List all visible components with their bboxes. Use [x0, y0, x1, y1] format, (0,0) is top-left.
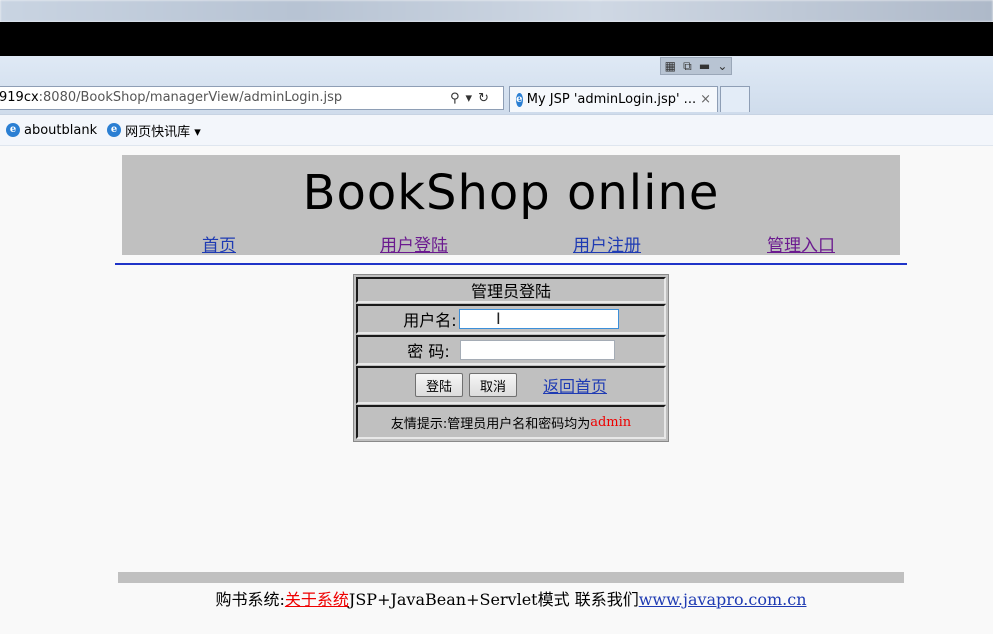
- title-bar: [0, 22, 993, 56]
- new-tab-button[interactable]: [720, 86, 750, 112]
- favorites-bar: e aboutblank e 网页快讯库 ▾: [0, 114, 993, 146]
- tip-text: 友情提示:管理员用户名和密码均为: [390, 416, 591, 432]
- site-footer: 购书系统:关于系统JSP+JavaBean+Servlet模式 联系我们www.…: [118, 586, 904, 610]
- address-host: 919cx: [0, 90, 39, 105]
- tip-row: 友情提示:管理员用户名和密码均为 admin: [356, 405, 666, 439]
- address-path: :8080/BookShop/managerView/adminLogin.js…: [38, 90, 343, 105]
- tip-credential: admin: [590, 414, 632, 430]
- nav-user-login[interactable]: 用户登陆: [380, 231, 448, 256]
- footer-middle: JSP+JavaBean+Servlet模式 联系我们: [348, 590, 639, 609]
- favorite-web-slice-gallery[interactable]: e 网页快讯库 ▾: [107, 121, 201, 140]
- username-label: 用户名:: [403, 311, 457, 330]
- dropdown-icon[interactable]: ▾: [466, 91, 473, 106]
- search-icon[interactable]: ⚲: [450, 91, 460, 106]
- text-cursor-icon: I: [496, 309, 501, 328]
- nav-user-register[interactable]: 用户注册: [573, 231, 641, 256]
- button-row: 登陆 取消 返回首页: [356, 366, 666, 404]
- ie-icon: e: [6, 123, 20, 137]
- chevron-down-icon[interactable]: ⌄: [717, 59, 727, 73]
- password-row: 密 码:: [356, 335, 666, 365]
- back-home-link[interactable]: 返回首页: [543, 373, 607, 397]
- favorite-label: aboutblank: [24, 122, 98, 138]
- nav-admin-entry[interactable]: 管理入口: [767, 231, 835, 256]
- header-divider: [115, 263, 907, 265]
- ie-icon: e: [107, 123, 122, 137]
- site-header: BookShop online 首页 用户登陆 用户注册 管理入口: [122, 155, 900, 256]
- minimize-icon[interactable]: ▬: [699, 59, 710, 73]
- favorite-aboutblank[interactable]: e aboutblank: [6, 123, 97, 138]
- nav-home[interactable]: 首页: [202, 231, 236, 256]
- address-bar[interactable]: 919cx:8080/BookShop/managerView/adminLog…: [0, 86, 504, 110]
- footer-prefix: 购书系统:: [215, 590, 285, 609]
- footer-divider: [118, 572, 904, 583]
- browser-tab[interactable]: e My JSP 'adminLogin.jsp' ... ×: [509, 86, 718, 112]
- refresh-icon[interactable]: ↻: [478, 91, 489, 106]
- favorite-label: 网页快讯库 ▾: [125, 124, 201, 140]
- admin-login-form: 管理员登陆 用户名: 密 码: 登陆 取消 返回首页 友情提示:管理员用户名和密…: [353, 274, 669, 442]
- cancel-button[interactable]: 取消: [468, 373, 517, 397]
- grid-icon[interactable]: ▦: [665, 59, 676, 73]
- ie-icon: e: [516, 92, 523, 107]
- blurred-top-strip: [0, 0, 993, 22]
- username-row: 用户名:: [356, 304, 666, 334]
- tab-title: My JSP 'adminLogin.jsp' ...: [526, 91, 697, 107]
- login-button[interactable]: 登陆: [414, 373, 463, 397]
- close-tab-icon[interactable]: ×: [700, 88, 711, 112]
- footer-about-link[interactable]: 关于系统: [285, 590, 349, 609]
- site-title: BookShop online: [302, 165, 720, 221]
- footer-url-link[interactable]: www.javapro.com.cn: [639, 590, 807, 609]
- address-tools: ⚲ ▾ ↻: [450, 88, 502, 108]
- restore-icon[interactable]: ⧉: [683, 59, 692, 74]
- password-input[interactable]: [459, 340, 615, 360]
- password-label: 密 码:: [407, 342, 450, 361]
- username-input[interactable]: [458, 309, 619, 329]
- window-controls[interactable]: ▦ ⧉ ▬ ⌄: [660, 57, 732, 75]
- form-heading: 管理员登陆: [356, 277, 666, 303]
